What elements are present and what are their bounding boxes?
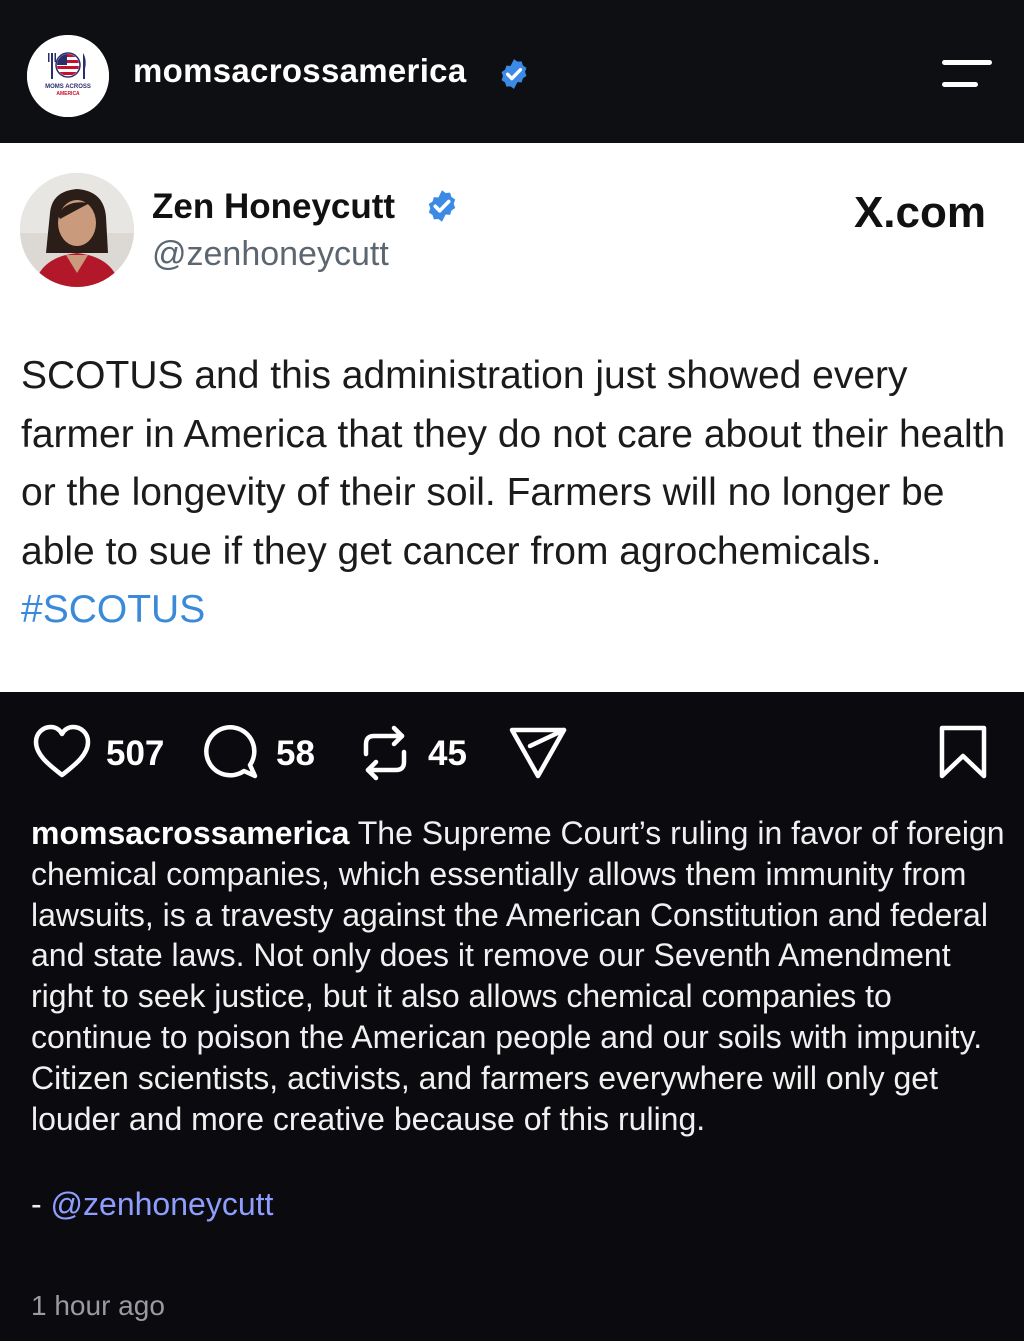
- caption-text: The Supreme Court’s ruling in favor of f…: [31, 815, 1005, 1137]
- comment-count: 58: [276, 734, 315, 773]
- account-name[interactable]: momsacrossamerica: [133, 52, 466, 90]
- repost-icon: [363, 725, 407, 781]
- tweet-author-handle: @zenhoneycutt: [152, 235, 389, 273]
- mention-link[interactable]: @zenhoneycutt: [51, 1186, 274, 1222]
- repost-count: 45: [428, 734, 467, 773]
- repost-button[interactable]: [358, 724, 412, 782]
- caption-signature: - @zenhoneycutt: [31, 1186, 273, 1223]
- tweet-hashtag: #SCOTUS: [21, 588, 206, 631]
- author-photo: [20, 173, 134, 287]
- mention-prefix: -: [31, 1186, 51, 1222]
- like-count: 507: [106, 734, 165, 773]
- comment-icon: [204, 725, 258, 779]
- post-timestamp: 1 hour ago: [31, 1290, 165, 1321]
- bookmark-icon: [939, 725, 987, 779]
- save-button[interactable]: [936, 724, 990, 782]
- tweet-text: SCOTUS and this administration just show…: [21, 347, 1011, 640]
- verified-badge-icon: [428, 190, 456, 222]
- comment-button[interactable]: [203, 724, 261, 782]
- menu-icon[interactable]: [938, 58, 996, 94]
- share-button[interactable]: [508, 724, 568, 782]
- post-header: MOMS ACROSS AMERICA momsacrossamerica: [0, 0, 1024, 143]
- moms-across-america-logo: MOMS ACROSS AMERICA: [27, 35, 109, 117]
- tweet-body: SCOTUS and this administration just show…: [21, 354, 1006, 573]
- logo-text-bottom: AMERICA: [56, 91, 80, 97]
- tweet-card: Zen Honeycutt @zenhoneycutt X.com SCOTUS…: [0, 143, 1024, 692]
- caption-username[interactable]: momsacrossamerica: [31, 815, 349, 851]
- heart-icon: [33, 724, 91, 778]
- logo-text-top: MOMS ACROSS: [45, 84, 91, 90]
- account-avatar[interactable]: MOMS ACROSS AMERICA: [27, 35, 109, 117]
- tweet-author-avatar: [20, 173, 134, 287]
- send-icon: [509, 727, 567, 779]
- tweet-author-name: Zen Honeycutt: [152, 187, 396, 226]
- verified-badge-icon: [501, 59, 527, 89]
- like-button[interactable]: [32, 724, 92, 780]
- tweet-source: X.com: [853, 188, 986, 237]
- post-caption: momsacrossamerica The Supreme Court’s ru…: [31, 813, 1006, 1139]
